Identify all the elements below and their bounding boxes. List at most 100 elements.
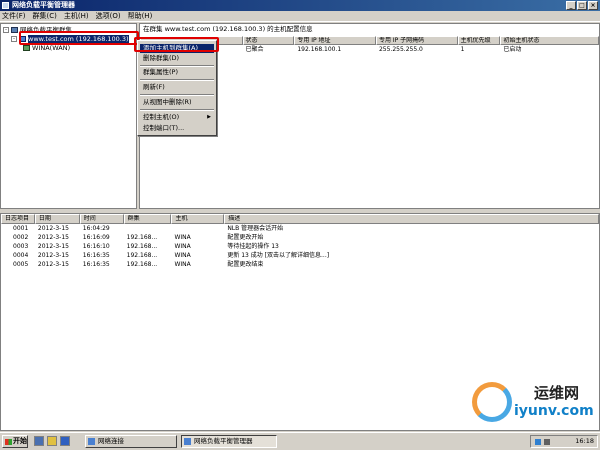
tree-cluster[interactable]: - www.test.com (192.168.100.3) — [11, 35, 129, 44]
taskbar: 开始 网络连接 网络负载平衡管理器 16:18 — [0, 432, 600, 450]
tree-root-label: 网络负载平衡群集 — [20, 26, 72, 34]
start-label: 开始 — [13, 437, 27, 445]
log-cell-time: 16:16:10 — [82, 243, 110, 250]
menu-separator — [140, 79, 214, 81]
taskbar-network-connections[interactable]: 网络连接 — [85, 435, 177, 448]
show-desktop-icon[interactable] — [34, 436, 44, 446]
log-table-header: 日志项目 日期 时间 群集 主机 描述 — [1, 214, 599, 224]
menu-control-hosts-label: 控制主机(O) — [143, 113, 180, 121]
cell-mask: 255.255.255.0 — [378, 46, 423, 53]
log-cell-entry: 0003 — [13, 243, 29, 250]
log-cell-description: 配置更改开始 — [227, 234, 264, 241]
log-cell-description: 更新 13 成功 [双击以了解详细信息...] — [227, 252, 330, 259]
table-row[interactable]: 0002 2012-3-15 16:16:09 192.168... WINA … — [1, 233, 599, 242]
cluster-icon — [19, 36, 26, 42]
tree-root[interactable]: - 网络负载平衡群集 — [3, 26, 72, 35]
log-cell-date: 2012-3-15 — [37, 243, 69, 250]
col-cluster[interactable]: 群集 — [123, 214, 172, 224]
menu-add-host[interactable]: 添加主机到群集(A) — [140, 44, 214, 53]
table-row[interactable]: 0005 2012-3-15 16:16:35 192.168... WINA … — [1, 260, 599, 269]
maximize-button[interactable]: □ — [577, 1, 587, 10]
cluster-tree[interactable]: - 网络负载平衡群集 - www.test.com (192.168.100.3) … — [0, 23, 137, 209]
clock[interactable]: 16:18 — [575, 437, 594, 445]
log-cell-description: 配置更改结束 — [227, 261, 264, 268]
volume-tray-icon[interactable] — [544, 439, 550, 445]
nlb-icon — [184, 438, 191, 445]
windows-flag-icon — [5, 439, 12, 445]
log-cell-cluster — [124, 224, 172, 233]
log-cell-host — [171, 224, 224, 233]
log-cell-cluster: 192.168... — [126, 234, 158, 241]
log-cell-description: 等待挂起的操作 13 — [227, 243, 279, 250]
log-cell-time: 16:04:29 — [82, 225, 110, 232]
menu-separator — [140, 109, 214, 111]
taskbar-button-label: 网络负载平衡管理器 — [194, 437, 253, 445]
menu-help[interactable]: 帮助(H) — [128, 11, 153, 21]
log-cell-description: NLB 管理器会话开始 — [227, 225, 284, 232]
tree-host[interactable]: WINA(WAN) — [23, 44, 70, 53]
menu-bar: 文件(F) 群集(C) 主机(H) 选项(O) 帮助(H) — [0, 11, 600, 22]
system-tray: 16:18 — [530, 435, 598, 448]
log-cell-entry: 0004 — [13, 252, 29, 259]
log-cell-cluster: 192.168... — [126, 252, 158, 259]
network-tray-icon[interactable] — [535, 439, 541, 445]
menu-options[interactable]: 选项(O) — [96, 11, 121, 21]
log-cell-host: WINA — [174, 261, 191, 268]
cluster-group-icon — [11, 27, 18, 33]
col-initial-state[interactable]: 初始主机状态 — [500, 36, 599, 45]
menu-cluster[interactable]: 群集(C) — [33, 11, 57, 21]
col-description[interactable]: 描述 — [224, 214, 599, 224]
col-host[interactable]: 主机 — [171, 214, 225, 224]
table-row[interactable]: 0004 2012-3-15 16:16:35 192.168... WINA … — [1, 251, 599, 260]
col-time[interactable]: 时间 — [79, 214, 124, 224]
menu-file[interactable]: 文件(F) — [2, 11, 26, 21]
menu-delete-cluster[interactable]: 删除群集(D) — [140, 54, 214, 63]
menu-remove-from-view[interactable]: 从视图中删除(R) — [140, 98, 214, 107]
nlb-app-icon — [2, 2, 9, 9]
menu-control-ports[interactable]: 控制端口(T)... — [140, 124, 214, 133]
cell-ip: 192.168.100.1 — [297, 46, 342, 53]
menu-cluster-properties[interactable]: 群集属性(P) — [140, 68, 214, 77]
log-pane: 日志项目 日期 时间 群集 主机 描述 0001 2012-3-15 16:04… — [0, 213, 600, 431]
close-button[interactable]: × — [588, 1, 598, 10]
log-cell-cluster: 192.168... — [126, 243, 158, 250]
submenu-arrow-icon: ▶ — [207, 114, 211, 120]
log-cell-date: 2012-3-15 — [37, 261, 69, 268]
menu-refresh[interactable]: 刷新(F) — [140, 83, 214, 92]
log-cell-time: 16:16:35 — [82, 261, 110, 268]
col-mask[interactable]: 专用 IP 子网掩码 — [375, 36, 458, 45]
log-cell-host: WINA — [174, 234, 191, 241]
log-cell-cluster: 192.168... — [126, 261, 158, 268]
log-cell-time: 16:16:35 — [82, 252, 110, 259]
log-cell-entry: 0002 — [13, 234, 29, 241]
col-status[interactable]: 状态 — [242, 36, 295, 45]
start-button[interactable]: 开始 — [2, 435, 28, 448]
collapse-icon[interactable]: - — [3, 27, 9, 33]
title-bar: 网络负载平衡管理器 _ □ × — [0, 0, 600, 11]
menu-control-hosts[interactable]: 控制主机(O) ▶ — [140, 113, 214, 122]
ie-icon[interactable] — [60, 436, 70, 446]
collapse-icon[interactable]: - — [11, 36, 17, 42]
col-log-entry[interactable]: 日志项目 — [1, 214, 35, 224]
window-title: 网络负载平衡管理器 — [12, 1, 75, 9]
col-ip[interactable]: 专用 IP 地址 — [294, 36, 376, 45]
network-icon — [88, 438, 95, 445]
log-cell-time: 16:16:09 — [82, 234, 110, 241]
menu-host[interactable]: 主机(H) — [64, 11, 89, 21]
table-row[interactable]: 0003 2012-3-15 16:16:10 192.168... WINA … — [1, 242, 599, 251]
cell-initial-state: 已启动 — [503, 46, 522, 53]
taskbar-button-label: 网络连接 — [98, 437, 124, 445]
tree-host-label: WINA(WAN) — [32, 44, 71, 52]
explorer-icon[interactable] — [47, 436, 57, 446]
pane-caption: 在群集 www.test.com (192.168.100.3) 的主机配置信息 — [143, 25, 313, 33]
col-date[interactable]: 日期 — [34, 214, 80, 224]
taskbar-nlb-manager[interactable]: 网络负载平衡管理器 — [181, 435, 277, 448]
log-cell-host: WINA — [174, 252, 191, 259]
log-cell-date: 2012-3-15 — [37, 234, 69, 241]
col-priority[interactable]: 主机优先级 — [457, 36, 501, 45]
menu-separator — [140, 94, 214, 96]
table-row[interactable]: 0001 2012-3-15 16:04:29 NLB 管理器会话开始 — [1, 224, 599, 233]
menu-separator — [140, 65, 214, 67]
minimize-button[interactable]: _ — [566, 1, 576, 10]
log-cell-host: WINA — [174, 243, 191, 250]
